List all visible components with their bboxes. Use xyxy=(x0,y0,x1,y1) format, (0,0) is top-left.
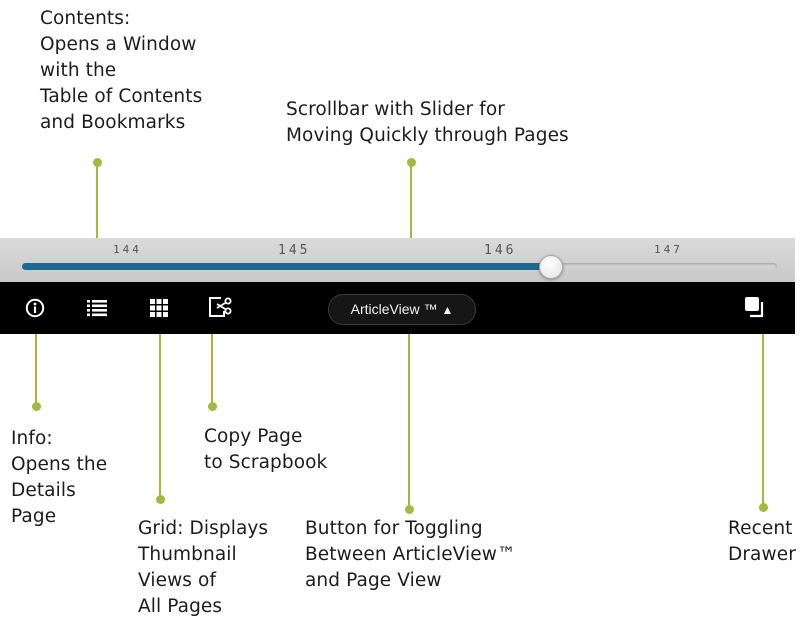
grid-leader-line xyxy=(159,322,161,498)
callout-line: to Scrapbook xyxy=(204,452,328,473)
scroll-track[interactable] xyxy=(22,263,777,270)
articleview-toggle-button[interactable]: ArticleView ™ ▲ xyxy=(328,294,476,325)
toggle-callout: Button for Toggling Between ArticleView™… xyxy=(305,516,516,594)
callout-line: Details xyxy=(11,480,76,501)
articleview-label: ArticleView ™ xyxy=(350,301,438,317)
copy-leader-line xyxy=(211,322,213,406)
callout-line: Drawer xyxy=(728,544,796,565)
callout-line: Copy Page xyxy=(204,426,303,447)
callout-line: Table of Contents xyxy=(40,86,203,107)
info-leader-line xyxy=(35,322,37,406)
callout-line: Page xyxy=(11,506,57,527)
callout-line: Opens a Window xyxy=(40,34,197,55)
recent-leader-dot xyxy=(759,503,768,512)
info-callout: Info: Opens the Details Page xyxy=(11,426,107,530)
recent-drawer-icon[interactable] xyxy=(744,296,766,318)
callout-line: and Bookmarks xyxy=(40,112,186,133)
scroll-slider-thumb[interactable] xyxy=(538,255,563,279)
recent-callout: Recent Drawer xyxy=(728,516,796,568)
page-tick-144: 144 xyxy=(113,243,142,256)
scroll-progress-fill xyxy=(22,263,551,270)
grid-callout: Grid: Displays Thumbnail Views of All Pa… xyxy=(138,516,268,620)
toggle-leader-line xyxy=(408,322,410,508)
page-tick-147: 147 xyxy=(654,243,683,256)
copy-to-scrapbook-icon[interactable] xyxy=(208,296,234,318)
callout-line: Between ArticleView™ xyxy=(305,544,516,565)
toggle-leader-dot xyxy=(405,505,414,514)
callout-line: Moving Quickly through Pages xyxy=(286,125,569,146)
callout-line: Grid: Displays xyxy=(138,518,269,539)
callout-line: Button for Toggling xyxy=(305,518,483,539)
callout-line: Views of xyxy=(138,570,217,591)
info-leader-dot xyxy=(32,402,41,411)
callout-line: All Pages xyxy=(138,596,223,617)
callout-line: Contents: xyxy=(40,8,131,29)
bottom-toolbar: ArticleView ™ ▲ xyxy=(0,282,795,334)
grid-icon[interactable] xyxy=(150,299,168,317)
callout-line: Recent xyxy=(728,518,793,539)
grid-leader-dot xyxy=(156,495,165,504)
page-tick-146: 146 xyxy=(484,243,517,258)
recent-leader-line xyxy=(762,322,764,506)
copy-page-callout: Copy Page to Scrapbook xyxy=(204,424,327,476)
list-icon[interactable] xyxy=(87,299,107,317)
copy-leader-dot xyxy=(208,402,217,411)
triangle-up-icon: ▲ xyxy=(441,303,454,317)
callout-line: with the xyxy=(40,60,117,81)
callout-line: Thumbnail xyxy=(138,544,237,565)
callout-line: Info: xyxy=(11,428,53,449)
info-icon[interactable] xyxy=(25,298,45,318)
scrollbar-callout: Scrollbar with Slider for Moving Quickly… xyxy=(286,97,569,149)
contents-callout: Contents: Opens a Window with the Table … xyxy=(40,6,202,136)
callout-line: Opens the xyxy=(11,454,108,475)
callout-line: and Page View xyxy=(305,570,442,591)
callout-line: Scrollbar with Slider for xyxy=(286,99,505,120)
page-tick-145: 145 xyxy=(278,243,311,258)
